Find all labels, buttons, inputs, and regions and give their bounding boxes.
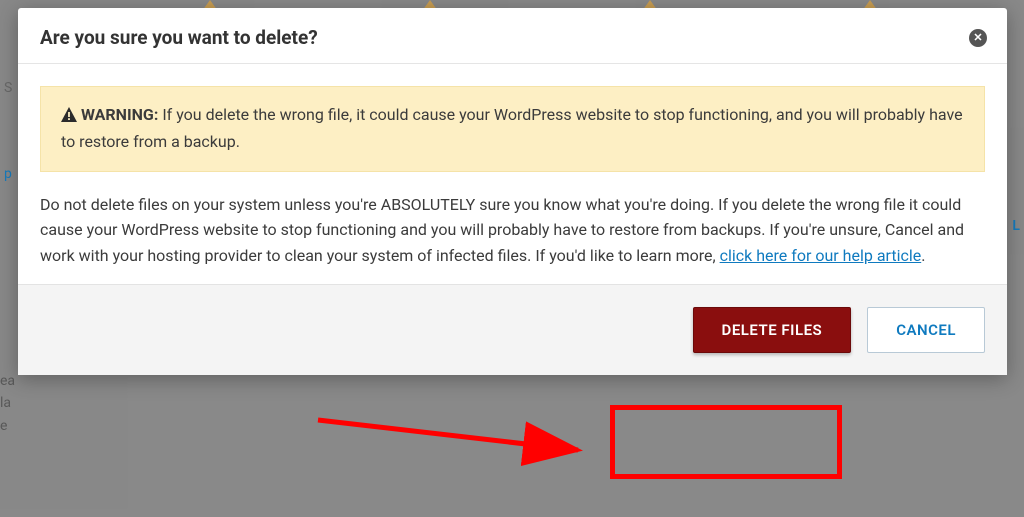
warning-label: WARNING: <box>81 105 158 124</box>
backdrop-fragment: S p <box>4 80 12 182</box>
confirm-delete-modal: Are you sure you want to delete? ✕ WARNI… <box>18 8 1007 375</box>
modal-footer: DELETE FILES CANCEL <box>18 284 1007 375</box>
backdrop-fragment: ea la e <box>0 370 15 437</box>
modal-body-text: Do not delete files on your system unles… <box>40 192 985 269</box>
backdrop-fragment: L <box>1012 218 1020 234</box>
cancel-button[interactable]: CANCEL <box>867 307 985 353</box>
close-icon: ✕ <box>973 31 982 44</box>
warning-box: WARNING: If you delete the wrong file, i… <box>40 86 985 172</box>
delete-files-button[interactable]: DELETE FILES <box>693 307 852 353</box>
warning-icon <box>61 105 77 130</box>
close-button[interactable]: ✕ <box>969 29 987 47</box>
help-article-link[interactable]: click here for our help article <box>720 246 922 265</box>
warning-text: If you delete the wrong file, it could c… <box>61 105 963 151</box>
modal-body: WARNING: If you delete the wrong file, i… <box>18 64 1007 284</box>
modal-header: Are you sure you want to delete? ✕ <box>18 8 1007 64</box>
modal-title: Are you sure you want to delete? <box>40 26 318 49</box>
